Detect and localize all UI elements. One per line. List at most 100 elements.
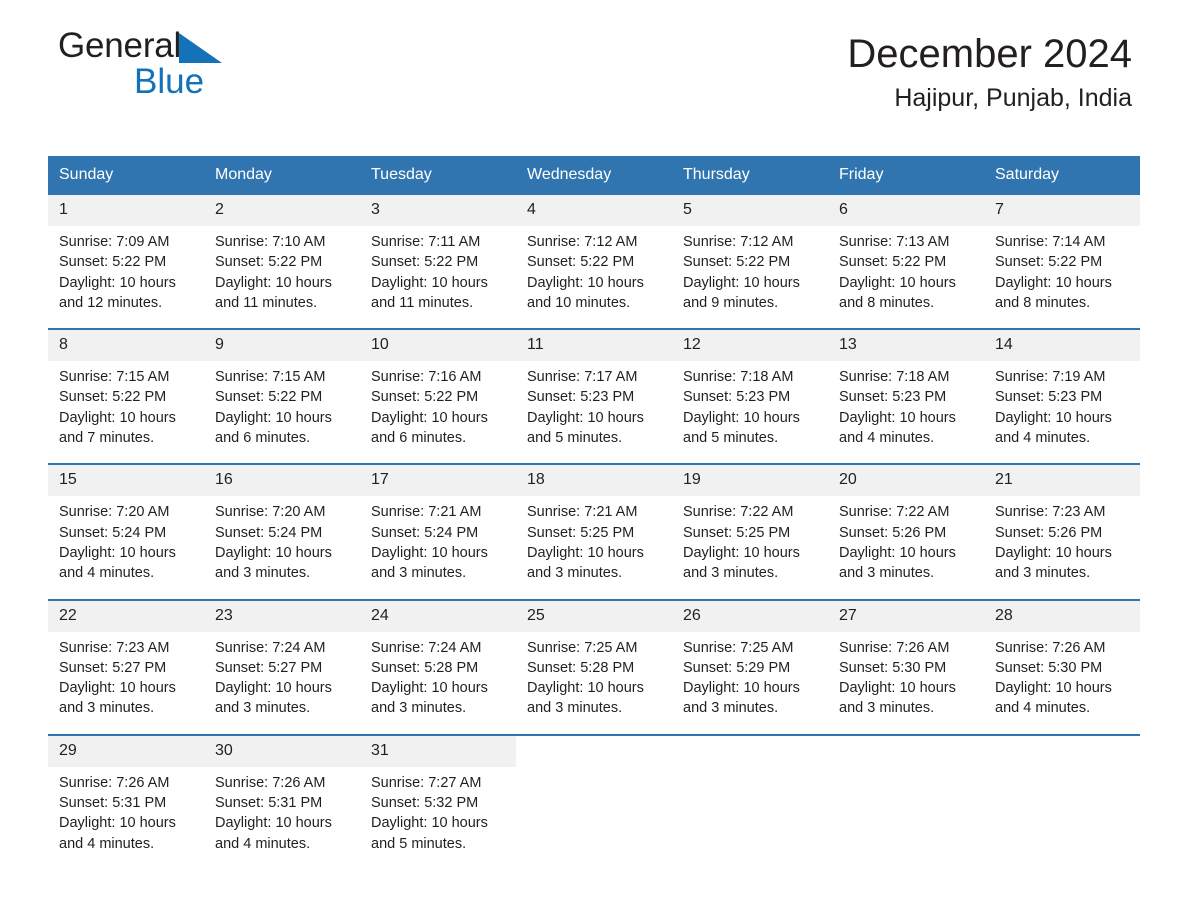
- calendar-day-cell[interactable]: 30 Sunrise: 7:26 AM Sunset: 5:31 PM Dayligh…: [204, 735, 360, 858]
- day-sunrise-text: Sunrise: 7:21 AM: [527, 504, 638, 521]
- day-sunrise-text: Sunrise: 7:26 AM: [995, 639, 1106, 656]
- day-sunset-text: Sunset: 5:22 PM: [683, 254, 791, 271]
- calendar-day-cell[interactable]: 28 Sunrise: 7:26 AM Sunset: 5:30 PM Dayligh…: [984, 600, 1140, 723]
- day-daylight-line1-text: Daylight: 10 hours: [371, 815, 488, 832]
- day-daylight-line2-text: and 4 minutes.: [995, 700, 1091, 717]
- day-number: 22: [48, 600, 204, 632]
- day-daylight-line1-text: Daylight: 10 hours: [839, 544, 956, 561]
- calendar-day-cell[interactable]: 2 Sunrise: 7:10 AM Sunset: 5:22 PM Daylight…: [204, 195, 360, 317]
- calendar-day-cell[interactable]: 1 Sunrise: 7:09 AM Sunset: 5:22 PM Daylight…: [48, 195, 204, 317]
- calendar-day-cell[interactable]: 16 Sunrise: 7:20 AM Sunset: 5:24 PM Dayligh…: [204, 465, 360, 587]
- day-daylight-line1-text: Daylight: 10 hours: [683, 274, 800, 291]
- calendar-day-cell[interactable]: 23 Sunrise: 7:24 AM Sunset: 5:27 PM Dayligh…: [204, 600, 360, 723]
- day-daylight-line2-text: and 3 minutes.: [995, 565, 1091, 582]
- day-sunset-text: Sunset: 5:24 PM: [371, 524, 479, 541]
- day-daylight-line2-text: and 3 minutes.: [839, 565, 935, 582]
- day-daylight-line1-text: Daylight: 10 hours: [839, 680, 956, 697]
- calendar-day-cell[interactable]: 25 Sunrise: 7:25 AM Sunset: 5:28 PM Dayligh…: [516, 600, 672, 723]
- calendar-day-cell[interactable]: 19 Sunrise: 7:22 AM Sunset: 5:25 PM Dayligh…: [672, 465, 828, 587]
- day-sunset-text: Sunset: 5:26 PM: [995, 524, 1103, 541]
- day-details: Sunrise: 7:21 AM Sunset: 5:24 PM Daylight:…: [360, 496, 516, 583]
- day-number: 24: [360, 600, 516, 632]
- day-details: Sunrise: 7:24 AM Sunset: 5:27 PM Daylight:…: [204, 632, 360, 719]
- day-sunset-text: Sunset: 5:23 PM: [839, 389, 947, 406]
- calendar-day-cell[interactable]: 11 Sunrise: 7:17 AM Sunset: 5:23 PM Dayligh…: [516, 330, 672, 452]
- calendar-week-row: 22 Sunrise: 7:23 AM Sunset: 5:27 PM Dayligh…: [48, 598, 1140, 723]
- weekday-header-friday: Friday: [839, 166, 884, 183]
- calendar-day-cell[interactable]: 12 Sunrise: 7:18 AM Sunset: 5:23 PM Dayligh…: [672, 330, 828, 452]
- day-number: 21: [984, 465, 1140, 497]
- calendar-day-cell[interactable]: 15 Sunrise: 7:20 AM Sunset: 5:24 PM Dayligh…: [48, 465, 204, 587]
- day-sunrise-text: Sunrise: 7:16 AM: [371, 369, 482, 386]
- day-number: 7: [984, 195, 1140, 226]
- day-sunset-text: Sunset: 5:22 PM: [59, 254, 167, 271]
- day-sunrise-text: Sunrise: 7:22 AM: [839, 504, 950, 521]
- day-sunset-text: Sunset: 5:26 PM: [839, 524, 947, 541]
- calendar-day-cell[interactable]: 7 Sunrise: 7:14 AM Sunset: 5:22 PM Daylight…: [984, 195, 1140, 317]
- calendar-day-cell[interactable]: 5 Sunrise: 7:12 AM Sunset: 5:22 PM Daylight…: [672, 195, 828, 317]
- day-daylight-line1-text: Daylight: 10 hours: [59, 815, 176, 832]
- calendar-day-cell[interactable]: 6 Sunrise: 7:13 AM Sunset: 5:22 PM Daylight…: [828, 195, 984, 317]
- day-daylight-line1-text: Daylight: 10 hours: [371, 680, 488, 697]
- day-sunrise-text: Sunrise: 7:26 AM: [839, 639, 950, 656]
- day-sunset-text: Sunset: 5:28 PM: [371, 659, 479, 676]
- calendar-day-cell[interactable]: 31 Sunrise: 7:27 AM Sunset: 5:32 PM Dayligh…: [360, 735, 516, 858]
- day-daylight-line1-text: Daylight: 10 hours: [215, 544, 332, 561]
- day-details: Sunrise: 7:27 AM Sunset: 5:32 PM Daylight:…: [360, 767, 516, 854]
- day-daylight-line1-text: Daylight: 10 hours: [995, 544, 1112, 561]
- day-details: Sunrise: 7:26 AM Sunset: 5:30 PM Daylight:…: [984, 632, 1140, 719]
- day-sunset-text: Sunset: 5:22 PM: [371, 254, 479, 271]
- calendar-day-cell[interactable]: 21 Sunrise: 7:23 AM Sunset: 5:26 PM Dayligh…: [984, 465, 1140, 587]
- day-details: Sunrise: 7:12 AM Sunset: 5:22 PM Daylight:…: [516, 226, 672, 313]
- weekday-header-wednesday: Wednesday: [527, 166, 612, 183]
- day-daylight-line1-text: Daylight: 10 hours: [839, 274, 956, 291]
- calendar-day-cell[interactable]: 27 Sunrise: 7:26 AM Sunset: 5:30 PM Dayligh…: [828, 600, 984, 723]
- day-daylight-line1-text: Daylight: 10 hours: [527, 409, 644, 426]
- calendar-day-cell[interactable]: 3 Sunrise: 7:11 AM Sunset: 5:22 PM Daylight…: [360, 195, 516, 317]
- calendar-day-cell[interactable]: 22 Sunrise: 7:23 AM Sunset: 5:27 PM Dayligh…: [48, 600, 204, 723]
- calendar-day-cell[interactable]: 29 Sunrise: 7:26 AM Sunset: 5:31 PM Dayligh…: [48, 735, 204, 858]
- calendar-week-row: 8 Sunrise: 7:15 AM Sunset: 5:22 PM Daylight…: [48, 328, 1140, 452]
- calendar-day-cell[interactable]: 8 Sunrise: 7:15 AM Sunset: 5:22 PM Daylight…: [48, 330, 204, 452]
- day-daylight-line1-text: Daylight: 10 hours: [371, 274, 488, 291]
- day-number: 11: [516, 330, 672, 362]
- calendar-day-cell[interactable]: 17 Sunrise: 7:21 AM Sunset: 5:24 PM Dayligh…: [360, 465, 516, 587]
- page-title: December 2024: [847, 32, 1132, 76]
- day-number: 25: [516, 600, 672, 632]
- day-sunrise-text: Sunrise: 7:26 AM: [59, 774, 170, 791]
- day-sunset-text: Sunset: 5:31 PM: [215, 795, 323, 812]
- day-number: 23: [204, 600, 360, 632]
- calendar-day-cell[interactable]: 18 Sunrise: 7:21 AM Sunset: 5:25 PM Dayligh…: [516, 465, 672, 587]
- day-daylight-line2-text: and 5 minutes.: [371, 835, 467, 852]
- calendar-day-cell[interactable]: 13 Sunrise: 7:18 AM Sunset: 5:23 PM Dayligh…: [828, 330, 984, 452]
- calendar-day-cell[interactable]: 20 Sunrise: 7:22 AM Sunset: 5:26 PM Dayligh…: [828, 465, 984, 587]
- day-number: 8: [48, 330, 204, 362]
- calendar-day-cell[interactable]: 4 Sunrise: 7:12 AM Sunset: 5:22 PM Daylight…: [516, 195, 672, 317]
- calendar-day-cell[interactable]: 9 Sunrise: 7:15 AM Sunset: 5:22 PM Daylight…: [204, 330, 360, 452]
- calendar-day-cell[interactable]: 26 Sunrise: 7:25 AM Sunset: 5:29 PM Dayligh…: [672, 600, 828, 723]
- day-sunrise-text: Sunrise: 7:19 AM: [995, 369, 1106, 386]
- day-number: 14: [984, 330, 1140, 362]
- day-daylight-line1-text: Daylight: 10 hours: [215, 815, 332, 832]
- day-details: Sunrise: 7:18 AM Sunset: 5:23 PM Daylight:…: [828, 361, 984, 448]
- generalblue-logo[interactable]: General Blue: [58, 28, 318, 106]
- day-daylight-line2-text: and 8 minutes.: [995, 294, 1091, 311]
- title-block: December 2024 Hajipur, Punjab, India: [847, 30, 1132, 114]
- calendar-day-cell[interactable]: 24 Sunrise: 7:24 AM Sunset: 5:28 PM Dayligh…: [360, 600, 516, 723]
- day-details: Sunrise: 7:11 AM Sunset: 5:22 PM Daylight:…: [360, 226, 516, 313]
- calendar-day-cell[interactable]: 10 Sunrise: 7:16 AM Sunset: 5:22 PM Dayligh…: [360, 330, 516, 452]
- calendar-week-row: 29 Sunrise: 7:26 AM Sunset: 5:31 PM Dayligh…: [48, 733, 1140, 858]
- day-number: 19: [672, 465, 828, 497]
- day-sunrise-text: Sunrise: 7:15 AM: [59, 369, 170, 386]
- day-daylight-line2-text: and 4 minutes.: [995, 430, 1091, 447]
- day-daylight-line2-text: and 12 minutes.: [59, 294, 163, 311]
- day-daylight-line1-text: Daylight: 10 hours: [371, 544, 488, 561]
- day-details: Sunrise: 7:25 AM Sunset: 5:29 PM Daylight:…: [672, 632, 828, 719]
- day-sunset-text: Sunset: 5:22 PM: [215, 254, 323, 271]
- calendar-day-cell-empty: [828, 736, 984, 858]
- day-details: Sunrise: 7:09 AM Sunset: 5:22 PM Daylight:…: [48, 226, 204, 313]
- calendar-day-cell[interactable]: 14 Sunrise: 7:19 AM Sunset: 5:23 PM Dayligh…: [984, 330, 1140, 452]
- day-number: 27: [828, 600, 984, 632]
- day-daylight-line2-text: and 3 minutes.: [215, 565, 311, 582]
- day-sunrise-text: Sunrise: 7:09 AM: [59, 234, 170, 250]
